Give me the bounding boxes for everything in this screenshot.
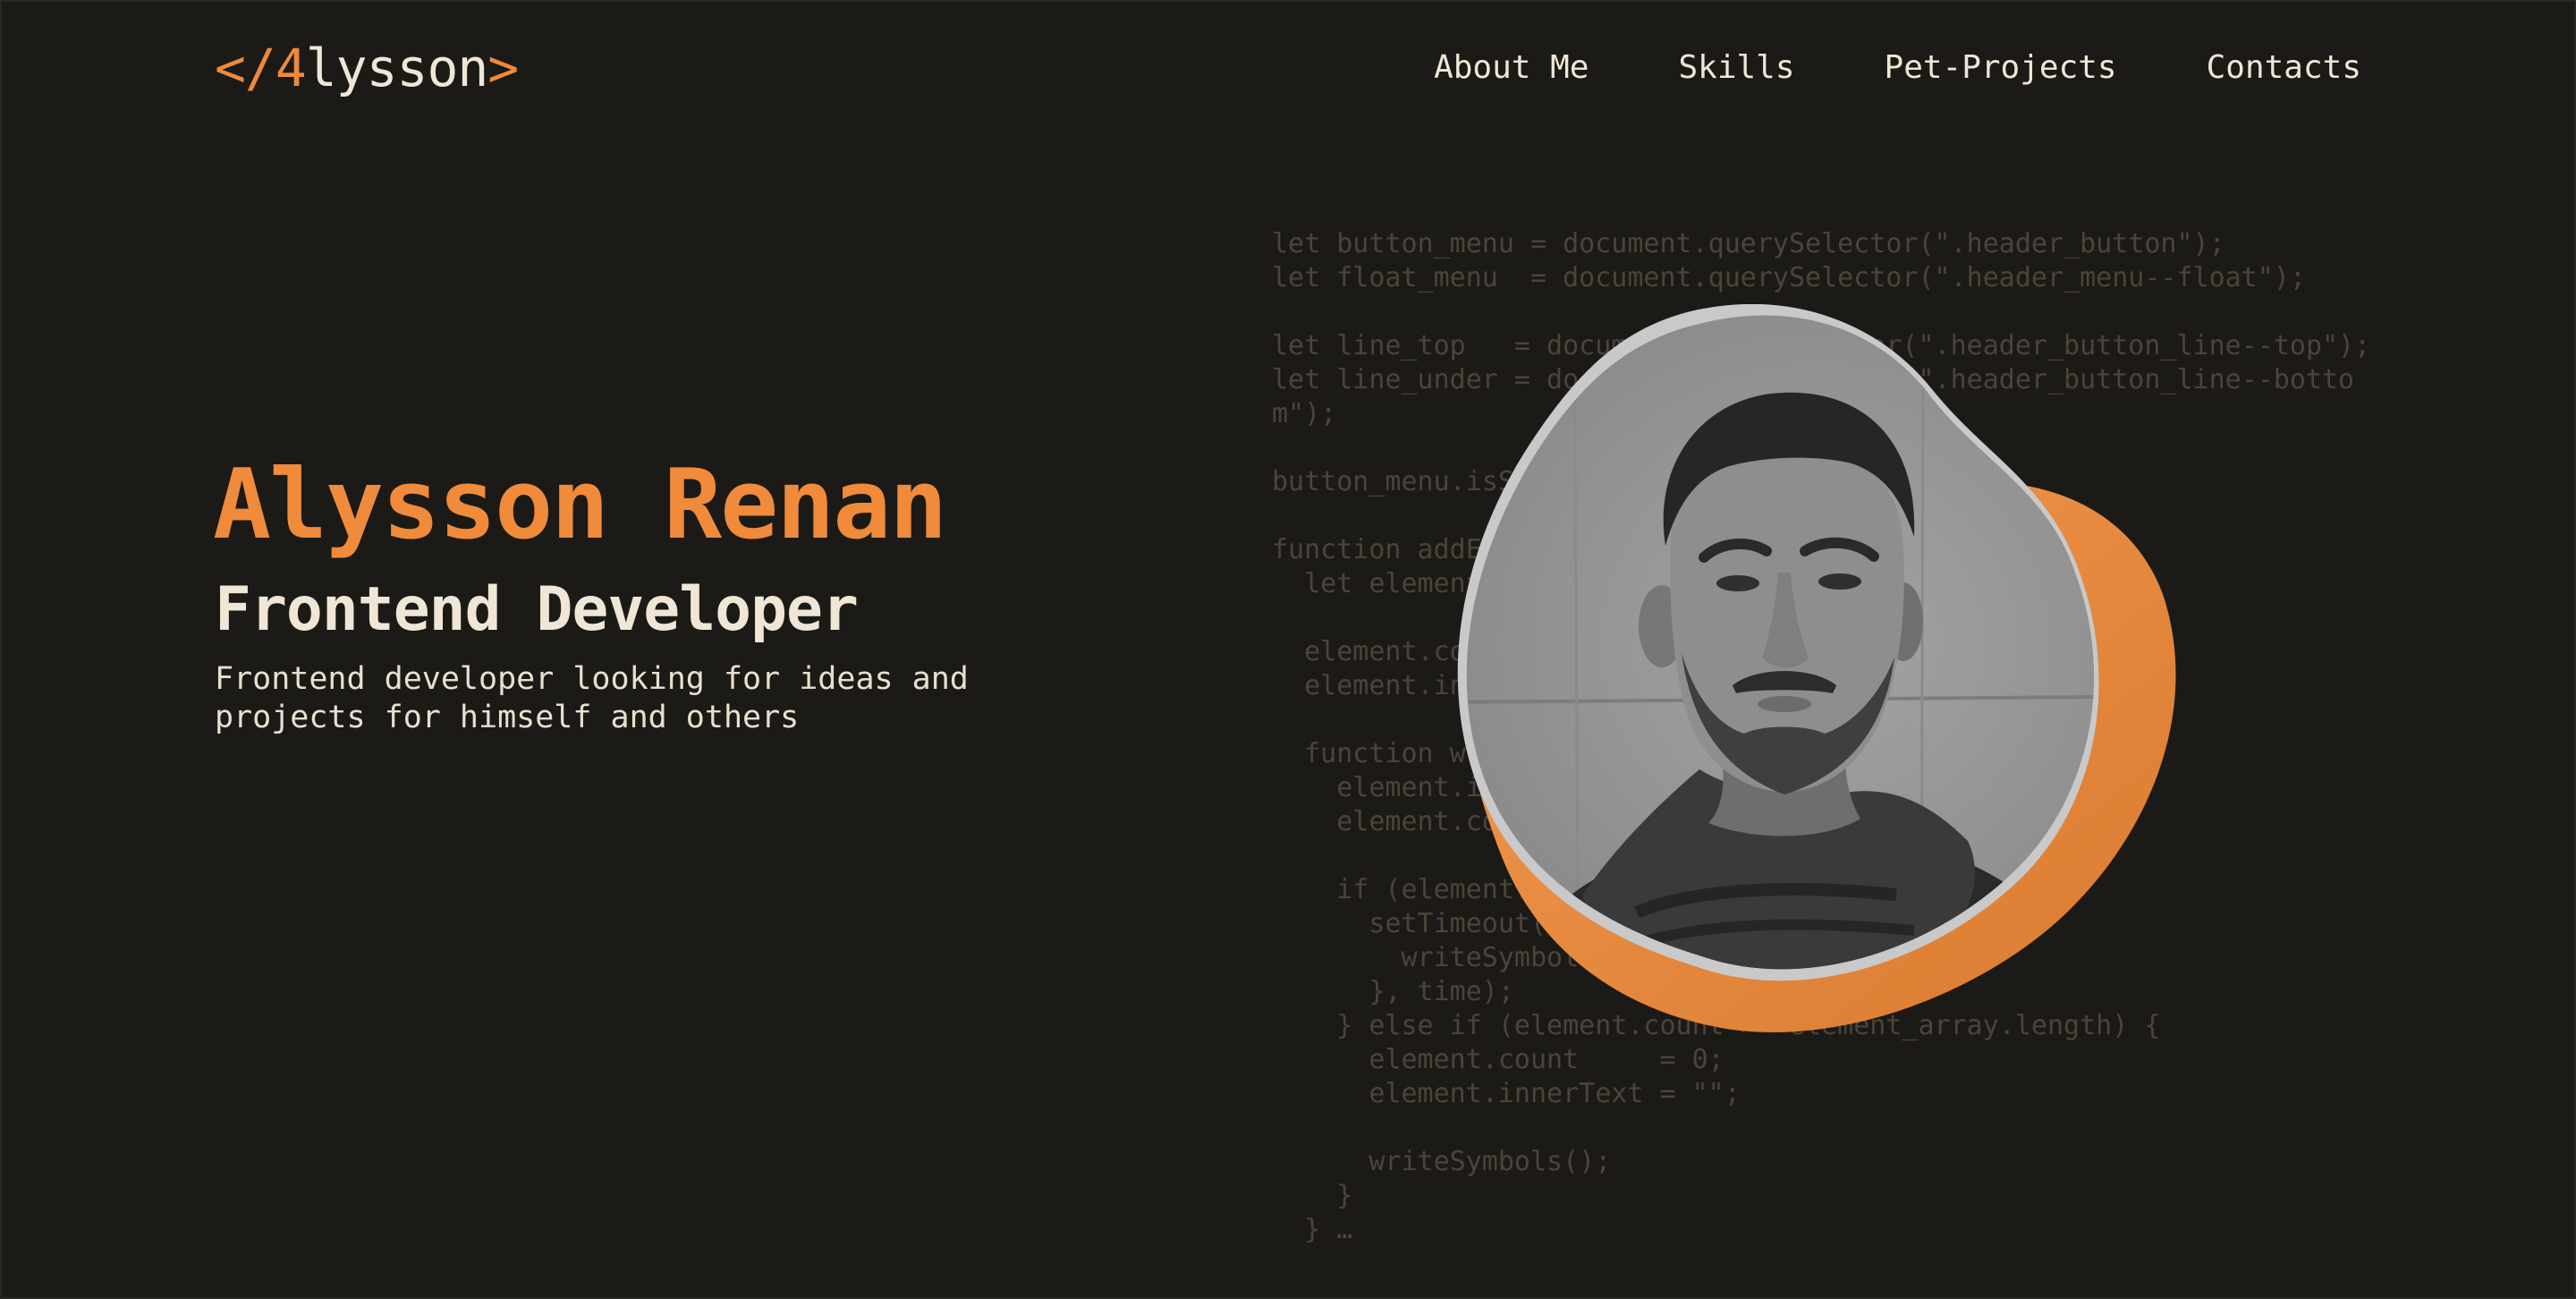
nav-skills[interactable]: Skills (1678, 45, 1794, 91)
profile-photo (1457, 304, 2176, 1032)
hero-role: Frontend Developer (215, 574, 859, 645)
code-line: } … (1272, 1214, 1353, 1245)
code-line: let float_menu = document.querySelector(… (1272, 262, 2306, 293)
nav-pet-projects[interactable]: Pet-Projects (1885, 45, 2117, 91)
code-line: } (1336, 1180, 1353, 1211)
code-line: let button_menu = document.querySelector… (1272, 228, 2225, 259)
hero-description: Frontend developer looking for ideas and… (215, 661, 969, 735)
site-logo[interactable]: </4lysson> (215, 36, 519, 100)
logo-name: lysson (305, 38, 489, 98)
nav-contacts[interactable]: Contacts (2207, 45, 2361, 91)
logo-suffix: > (487, 38, 519, 98)
code-line: element.innerText = ""; (1368, 1078, 1741, 1109)
nav-about-me[interactable]: About Me (1434, 45, 1589, 91)
hero-name: Alysson Renan (213, 449, 947, 561)
main-nav: About Me Skills Pet-Projects Contacts (1434, 45, 2361, 91)
code-line: writeSymbols(); (1368, 1146, 1612, 1177)
logo-prefix: </4 (215, 38, 307, 98)
